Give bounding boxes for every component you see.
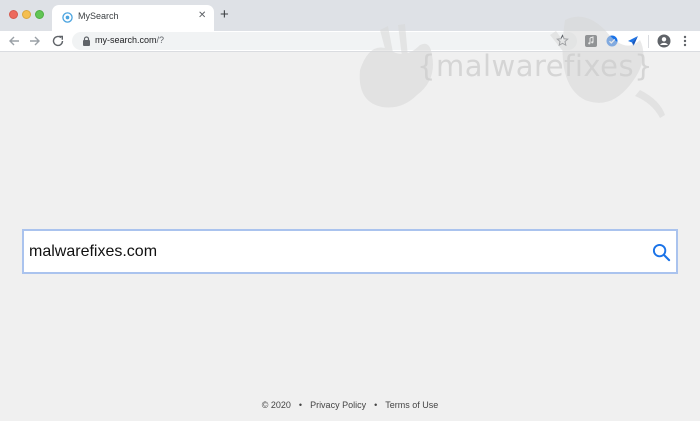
tab-close-icon[interactable]: ✕ <box>198 10 206 21</box>
lock-icon <box>83 36 90 46</box>
new-tab-button[interactable]: + <box>220 7 229 22</box>
search-input[interactable] <box>29 241 629 263</box>
url-path: /? <box>156 35 165 45</box>
search-box[interactable] <box>22 229 678 274</box>
footer-separator: • <box>298 400 303 410</box>
terms-of-use-link[interactable]: Terms of Use <box>385 400 438 410</box>
close-window-button[interactable] <box>9 10 18 19</box>
url-host: my-search.com <box>95 35 157 45</box>
watermark-text: {malwarefixes} <box>417 49 654 83</box>
footer-copyright: © 2020 <box>261 400 291 410</box>
browser-window: MySearch ✕ + my-search.com/? {malwarefix… <box>0 0 700 421</box>
footer-separator: • <box>374 400 378 410</box>
back-arrow-icon[interactable] <box>7 34 21 48</box>
mysearch-favicon-icon <box>62 12 73 23</box>
url-text: my-search.com/? <box>95 35 164 45</box>
footer: © 2020 • Privacy Policy • Terms of Use <box>0 400 700 410</box>
minimize-window-button[interactable] <box>22 10 31 19</box>
forward-arrow-icon[interactable] <box>28 34 42 48</box>
tab-title: MySearch <box>78 11 119 21</box>
tab-mysearch[interactable]: MySearch ✕ <box>52 5 214 31</box>
maximize-window-button[interactable] <box>35 10 44 19</box>
reload-icon[interactable] <box>51 34 65 48</box>
search-icon[interactable] <box>652 243 671 262</box>
privacy-policy-link[interactable]: Privacy Policy <box>310 400 366 410</box>
